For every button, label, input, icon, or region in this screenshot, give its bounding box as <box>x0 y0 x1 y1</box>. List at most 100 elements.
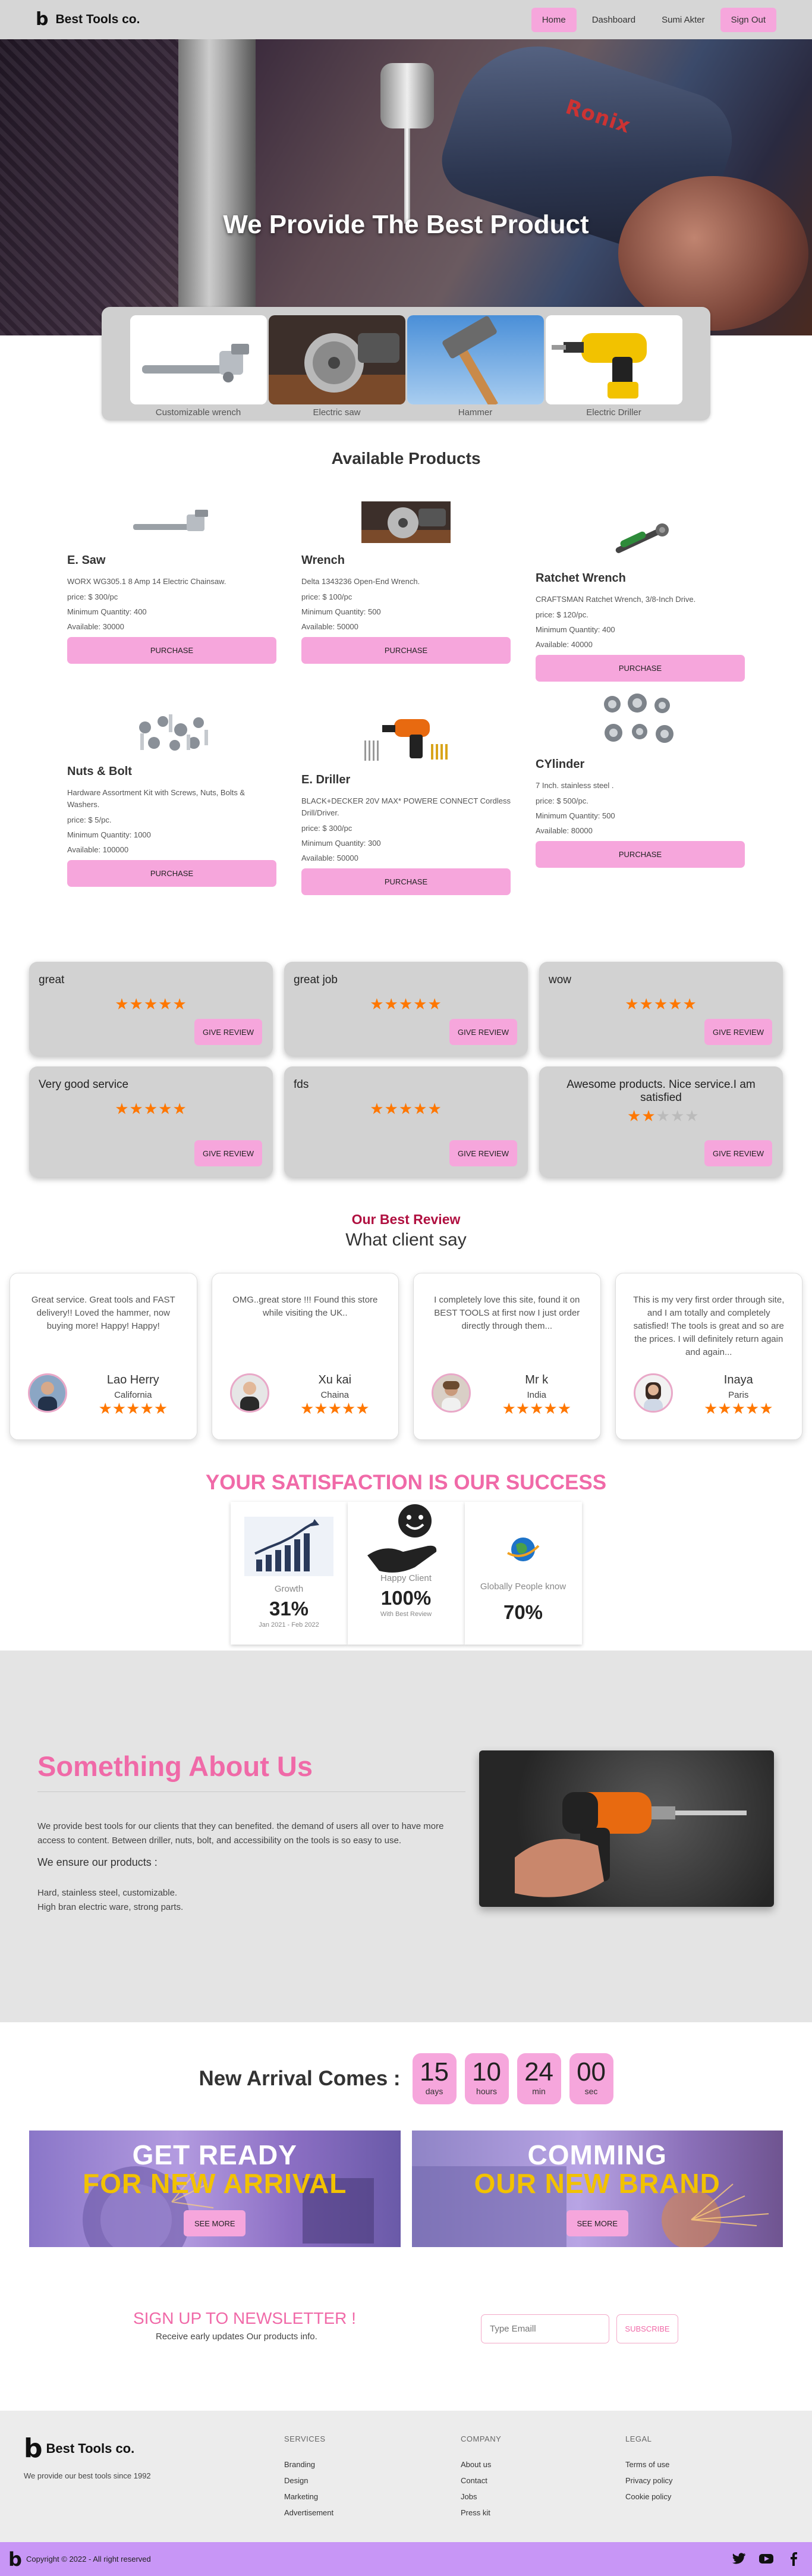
give-review-button[interactable]: GIVE REVIEW <box>449 1140 517 1166</box>
category-card[interactable]: Electric saw <box>268 315 405 421</box>
footer-link[interactable]: Jobs <box>461 2492 501 2501</box>
star-filled-icon: ★ <box>384 1100 399 1118</box>
purchase-button[interactable]: PURCHASE <box>536 841 745 868</box>
countdown-number: 00 <box>577 2057 606 2086</box>
category-label: Electric Driller <box>586 407 641 418</box>
avatar <box>229 1373 269 1413</box>
give-review-button[interactable]: GIVE REVIEW <box>194 1019 262 1045</box>
countdown-label: hours <box>476 2086 498 2096</box>
product-price: price: $ 5/pc. <box>67 815 112 824</box>
promo-banner: COMMING OUR NEW BRAND SEE MORE <box>411 2131 783 2247</box>
hero-drill-press-column <box>178 39 256 335</box>
star-filled-icon: ★ <box>153 1400 168 1417</box>
facebook-icon[interactable] <box>786 2552 801 2566</box>
countdown-number: 24 <box>524 2057 554 2086</box>
star-filled-icon: ★ <box>328 1400 342 1417</box>
review-text: fds <box>294 1078 309 1091</box>
purchase-button[interactable]: PURCHASE <box>301 637 511 664</box>
product-card: E. Driller BLACK+DECKER 20V MAX* POWERE … <box>301 709 511 895</box>
globe-icon <box>465 1514 582 1585</box>
nav-dashboard-link[interactable]: Dashboard <box>581 8 646 32</box>
review-card: wow ★★★★★ GIVE REVIEW <box>539 962 783 1056</box>
stat-note: Jan 2021 - Feb 2022 <box>259 1621 319 1629</box>
hero-drill-bit <box>404 128 410 224</box>
footer-link[interactable]: Design <box>284 2476 333 2485</box>
review-card: great ★★★★★ GIVE REVIEW <box>29 962 273 1056</box>
stat-label: Globally People know <box>480 1582 566 1592</box>
about-list-item: High bran electric ware, strong parts. <box>37 1902 184 1912</box>
product-card: E. Saw WORX WG305.1 8 Amp 14 Electric Ch… <box>67 498 276 682</box>
category-card[interactable]: Customizable wrench <box>130 315 267 421</box>
footer-company-column: COMPANY About us Contact Jobs Press kit <box>461 2434 501 2524</box>
drill-kit-icon <box>301 709 511 766</box>
rating-stars-icon: ★★★★★ <box>549 995 773 1014</box>
brand[interactable]: b Best Tools co. <box>36 11 140 29</box>
product-price: price: $ 500/pc. <box>536 796 588 805</box>
youtube-icon[interactable] <box>759 2552 774 2566</box>
growth-chart-icon <box>231 1514 348 1579</box>
star-empty-icon: ★ <box>685 1107 700 1125</box>
about-section: Something About Us We provide best tools… <box>0 1651 812 2022</box>
product-description: CRAFTSMAN Ratchet Wrench, 3/8-Inch Drive… <box>536 595 696 604</box>
twitter-icon[interactable] <box>731 2552 747 2566</box>
category-card[interactable]: Electric Driller <box>545 315 682 421</box>
product-card: Wrench Delta 1343236 Open-End Wrench. pr… <box>301 498 511 682</box>
hero-title: We Provide The Best Product <box>223 210 589 239</box>
newsletter-email-input[interactable] <box>481 2314 609 2343</box>
footer-link[interactable]: Privacy policy <box>625 2476 672 2485</box>
about-list: Hard, stainless steel, customizable. Hig… <box>37 1886 183 1915</box>
product-min-quantity: Minimum Quantity: 500 <box>536 811 615 820</box>
avatar <box>28 1373 67 1413</box>
footer-brand[interactable]: b Best Tools co. <box>24 2436 134 2462</box>
subscribe-button[interactable]: SUBSCRIBE <box>616 2314 678 2343</box>
nav-user-link[interactable]: Sumi Akter <box>651 8 716 32</box>
rating-stars-icon: ★★★★★ <box>39 1100 263 1118</box>
pipe-wrench-icon <box>67 498 276 547</box>
hero-banner: Ronix We Provide The Best Product <box>0 39 812 335</box>
nav-signout-button[interactable]: Sign Out <box>720 7 776 32</box>
purchase-button[interactable]: PURCHASE <box>536 655 745 682</box>
purchase-button[interactable]: PURCHASE <box>67 637 276 664</box>
product-min-quantity: Minimum Quantity: 500 <box>301 607 381 616</box>
footer-link[interactable]: Terms of use <box>625 2460 672 2469</box>
footer-link[interactable]: Marketing <box>284 2492 333 2501</box>
star-filled-icon: ★ <box>355 1400 370 1417</box>
rating-stars-icon: ★★★★★ <box>294 995 518 1014</box>
footer-link[interactable]: Contact <box>461 2476 501 2485</box>
purchase-button[interactable]: PURCHASE <box>301 868 511 895</box>
purchase-button[interactable]: PURCHASE <box>67 860 276 887</box>
product-description: WORX WG305.1 8 Amp 14 Electric Chainsaw. <box>67 577 226 586</box>
category-card[interactable]: Hammer <box>407 315 544 421</box>
product-card: Nuts & Bolt Hardware Assortment Kit with… <box>67 709 276 895</box>
star-filled-icon: ★ <box>140 1400 154 1417</box>
footer-link[interactable]: About us <box>461 2460 501 2469</box>
footer-link[interactable]: Press kit <box>461 2508 501 2517</box>
give-review-button[interactable]: GIVE REVIEW <box>704 1140 772 1166</box>
give-review-button[interactable]: GIVE REVIEW <box>704 1019 772 1045</box>
star-filled-icon: ★ <box>413 1100 428 1118</box>
newsletter-section: SIGN UP TO NEWSLETTER ! Receive early up… <box>0 2271 812 2384</box>
star-filled-icon: ★ <box>427 1100 442 1118</box>
see-more-button[interactable]: SEE MORE <box>566 2210 628 2236</box>
footer-link[interactable]: Cookie policy <box>625 2492 672 2501</box>
give-review-button[interactable]: GIVE REVIEW <box>194 1140 262 1166</box>
star-filled-icon: ★ <box>370 1100 385 1118</box>
hammer-icon <box>407 315 544 404</box>
star-filled-icon: ★ <box>668 995 683 1013</box>
star-filled-icon: ★ <box>530 1400 544 1417</box>
review-text: Awesome products. Nice service.I am sati… <box>566 1078 756 1104</box>
see-more-button[interactable]: SEE MORE <box>184 2210 246 2236</box>
star-filled-icon: ★ <box>653 995 669 1013</box>
star-empty-icon: ★ <box>656 1107 671 1125</box>
review-grid: great ★★★★★ GIVE REVIEW great job ★★★★★ … <box>29 962 783 1177</box>
footer-link[interactable]: Advertisement <box>284 2508 333 2517</box>
footer-tagline: We provide our best tools since 1992 <box>24 2471 151 2480</box>
star-filled-icon: ★ <box>341 1400 356 1417</box>
product-min-quantity: Minimum Quantity: 400 <box>536 625 615 634</box>
footer-link[interactable]: Branding <box>284 2460 333 2469</box>
category-label: Electric saw <box>313 407 361 418</box>
rating-stars-icon: ★★★★★ <box>681 1400 797 1418</box>
give-review-button[interactable]: GIVE REVIEW <box>449 1019 517 1045</box>
nav-home-link[interactable]: Home <box>531 7 577 32</box>
new-arrival-title: New Arrival Comes : <box>199 2067 401 2090</box>
